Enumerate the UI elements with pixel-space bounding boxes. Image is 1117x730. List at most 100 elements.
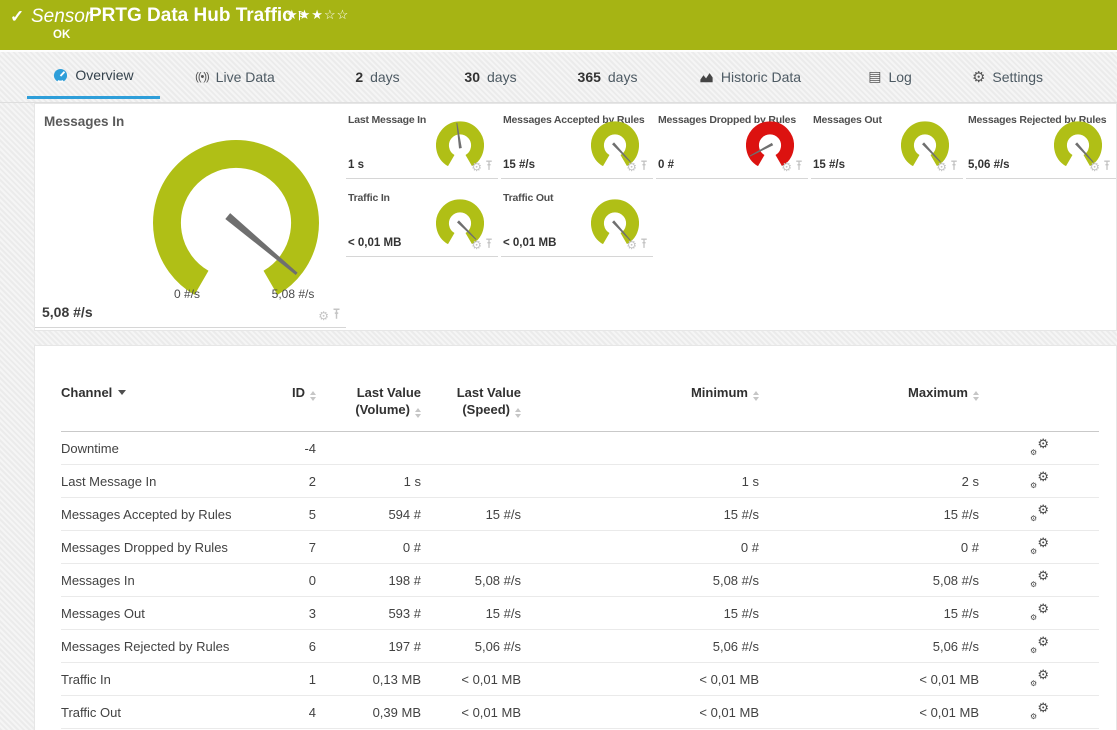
gauge-cell-traffic-out[interactable]: Traffic Out < 0,01 MB ⚙ [501,179,653,257]
gauge-cell-messages-accepted[interactable]: Messages Accepted by Rules 15 #/s ⚙ [501,104,653,179]
log-list-icon: ▤ [868,68,881,85]
table-row[interactable]: Messages Accepted by Rules 5 594 # 15 #/… [61,498,1099,531]
channel-gear-icon[interactable]: ⚙ [781,161,792,173]
column-header-channel[interactable]: Channel [61,384,256,432]
sensor-header: ✓ Sensor PRTG Data Hub Traffic⚐ ★★★☆☆ OK [0,0,1117,52]
tab-live-data[interactable]: ((•))Live Data [175,54,295,99]
pin-icon[interactable] [485,236,493,254]
gauge[interactable] [146,124,326,304]
tab-settings[interactable]: ⚙Settings [955,54,1060,99]
column-header-last-value-speed[interactable]: Last Value(Speed) [421,384,521,432]
column-header-id[interactable]: ID [256,384,316,432]
pin-icon[interactable] [640,236,648,254]
table-row[interactable]: Traffic Out 4 0,39 MB < 0,01 MB < 0,01 M… [61,696,1099,729]
sensor-title-text: PRTG Data Hub Traffic [89,5,293,26]
channel-gear-icon[interactable]: ⚙ [626,161,637,173]
channel-settings-icon[interactable]: ⚙⚙ [1029,471,1049,488]
gauge-cell-messages-out[interactable]: Messages Out 15 #/s ⚙ [811,104,963,179]
gauge-title: Traffic In [348,192,390,204]
pin-icon[interactable] [332,307,341,325]
channel-settings-icon[interactable]: ⚙⚙ [1029,570,1049,587]
channel-settings-icon[interactable]: ⚙⚙ [1029,504,1049,521]
maximum-value: 15 #/s [759,498,979,531]
channel-gear-icon[interactable]: ⚙ [318,310,329,322]
channel-gear-icon[interactable]: ⚙ [1089,161,1100,173]
maximum-value: < 0,01 MB [759,663,979,696]
tab-log[interactable]: ▤Log [845,54,935,99]
channel-id: 0 [256,564,316,597]
tab-historic-data[interactable]: Historic Data [690,54,810,99]
minimum-value: < 0,01 MB [521,663,759,696]
column-label: Channel [61,385,112,400]
minimum-value: 1 s [521,465,759,498]
tab-365-days[interactable]: 365days [560,54,655,99]
live-data-icon: ((•)) [195,71,209,83]
sort-icon [515,408,521,418]
last-value-volume: 594 # [316,498,421,531]
column-header-maximum[interactable]: Maximum [759,384,979,432]
tab-overview[interactable]: Overview [27,54,160,99]
gauge-value: < 0,01 MB [348,237,401,249]
last-value-volume: 593 # [316,597,421,630]
minimum-value: 0 # [521,531,759,564]
channel-table-panel: Channel ID Last Value(Volume) Last Value… [34,345,1117,730]
column-label-2: (Volume) [355,402,410,417]
gauge-cell-messages-in[interactable]: Messages In 0 #/s 5,08 #/s 5,08 #/s ⚙ [35,104,346,328]
channel-settings-icon[interactable]: ⚙⚙ [1029,636,1049,653]
table-row[interactable]: Downtime -4 ⚙⚙ [61,432,1099,465]
gauge-cell-traffic-in[interactable]: Traffic In < 0,01 MB ⚙ [346,179,498,257]
gauge-title: Last Message In [348,114,426,126]
sensor-page: ✓ Sensor PRTG Data Hub Traffic⚐ ★★★☆☆ OK… [0,0,1117,730]
column-label: Minimum [691,385,748,400]
channel-id: 2 [256,465,316,498]
table-row[interactable]: Last Message In 2 1 s 1 s 2 s ⚙⚙ [61,465,1099,498]
column-label: ID [292,385,305,400]
maximum-value [759,432,979,465]
channel-name: Traffic In [61,663,256,696]
last-value-speed [421,531,521,564]
minimum-value [521,432,759,465]
channel-gear-icon[interactable]: ⚙ [471,239,482,251]
channel-settings-icon[interactable]: ⚙⚙ [1029,438,1049,455]
last-value-volume: 0,39 MB [316,696,421,729]
channel-settings-icon[interactable]: ⚙⚙ [1029,603,1049,620]
channel-settings-icon[interactable]: ⚙⚙ [1029,669,1049,686]
channel-name: Messages Dropped by Rules [61,531,256,564]
table-row[interactable]: Messages Out 3 593 # 15 #/s 15 #/s 15 #/… [61,597,1099,630]
column-header-last-value-volume[interactable]: Last Value(Volume) [316,384,421,432]
channel-id: 4 [256,696,316,729]
table-row[interactable]: Messages In 0 198 # 5,08 #/s 5,08 #/s 5,… [61,564,1099,597]
channel-name: Last Message In [61,465,256,498]
pin-icon[interactable] [950,158,958,176]
minimum-value: 5,08 #/s [521,564,759,597]
channel-name: Messages In [61,564,256,597]
channel-settings-icon[interactable]: ⚙⚙ [1029,537,1049,554]
pin-icon[interactable] [485,158,493,176]
last-value-speed: < 0,01 MB [421,696,521,729]
table-row[interactable]: Messages Rejected by Rules 6 197 # 5,06 … [61,630,1099,663]
channel-id: -4 [256,432,316,465]
column-header-minimum[interactable]: Minimum [521,384,759,432]
table-row[interactable]: Messages Dropped by Rules 7 0 # 0 # 0 # … [61,531,1099,564]
channel-name: Messages Rejected by Rules [61,630,256,663]
tab-2-days[interactable]: 2days [330,54,425,99]
tab-30-days[interactable]: 30days [443,54,538,99]
channel-settings-icon[interactable]: ⚙⚙ [1029,702,1049,719]
pin-icon[interactable] [640,158,648,176]
channel-gear-icon[interactable]: ⚙ [936,161,947,173]
channel-gear-icon[interactable]: ⚙ [471,161,482,173]
minimum-value: 15 #/s [521,498,759,531]
rating-stars[interactable]: ★★★☆☆ [286,7,349,23]
channel-table: Channel ID Last Value(Volume) Last Value… [61,384,1099,729]
pin-icon[interactable] [795,158,803,176]
maximum-value: 5,08 #/s [759,564,979,597]
table-row[interactable]: Traffic In 1 0,13 MB < 0,01 MB < 0,01 MB… [61,663,1099,696]
gauge-cell-messages-rejected[interactable]: Messages Rejected by Rules 5,06 #/s ⚙ [966,104,1116,179]
last-value-volume: 0 # [316,531,421,564]
channel-gear-icon[interactable]: ⚙ [626,239,637,251]
gauge-cell-messages-dropped[interactable]: Messages Dropped by Rules 0 # ⚙ [656,104,808,179]
maximum-value: 0 # [759,531,979,564]
pin-icon[interactable] [1103,158,1111,176]
channel-id: 5 [256,498,316,531]
gauge-cell-last-message-in[interactable]: Last Message In 1 s ⚙ [346,104,498,179]
